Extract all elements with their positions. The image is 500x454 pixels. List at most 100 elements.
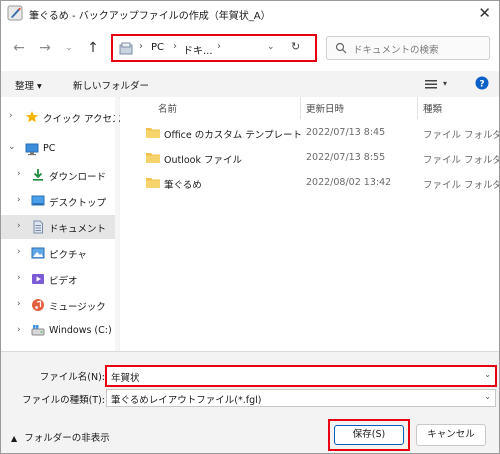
table-row[interactable]: Office のカスタム テンプレート 2022/07/13 8:45 ファイル… <box>120 121 499 145</box>
file-modified: 2022/08/02 13:42 <box>306 177 392 188</box>
pictures-icon <box>31 247 45 259</box>
new-folder-button[interactable]: 新しいフォルダー <box>73 78 149 92</box>
app-icon <box>7 5 23 21</box>
view-options-icon[interactable] <box>425 79 437 89</box>
sidebar-item-videos[interactable]: › ビデオ <box>1 267 115 291</box>
sidebar-item-label: ダウンロード <box>49 172 107 183</box>
file-modified: 2022/07/13 8:45 <box>306 127 386 138</box>
file-name: Outlook ファイル <box>164 155 243 166</box>
file-name: Office のカスタム テンプレート <box>164 130 302 141</box>
expand-chevron-icon[interactable]: › <box>17 221 21 231</box>
address-history-chevron-icon[interactable]: ⌄ <box>267 42 275 52</box>
organize-button[interactable]: 整理 ▾ <box>15 78 42 92</box>
window-title: 筆ぐるめ - バックアップファイルの作成（年賀状_A） <box>29 11 271 22</box>
refresh-icon[interactable]: ↻ <box>291 40 300 53</box>
breadcrumb-documents[interactable]: ドキ... <box>183 42 213 57</box>
column-header-type[interactable]: 種類 <box>423 101 442 115</box>
expand-chevron-icon[interactable]: › <box>17 299 21 309</box>
sidebar-item-desktop[interactable]: › デスクトップ <box>1 189 115 213</box>
save-button-highlight: 保存(S) <box>328 419 410 451</box>
file-type: ファイル フォルダー <box>423 130 499 141</box>
document-location-icon <box>119 42 133 55</box>
column-divider[interactable] <box>300 97 301 119</box>
sidebar-item-pictures[interactable]: › ピクチャ <box>1 241 115 265</box>
filename-label: ファイル名(N): <box>39 372 105 383</box>
title-bar: 筆ぐるめ - バックアップファイルの作成（年賀状_A） ✕ <box>1 1 499 27</box>
sidebar-item-downloads[interactable]: › ダウンロード <box>1 163 115 187</box>
save-button[interactable]: 保存(S) <box>334 425 404 445</box>
expand-chevron-icon[interactable]: › <box>17 325 21 335</box>
help-icon[interactable]: ? <box>475 76 489 90</box>
pc-icon <box>25 143 39 156</box>
filename-input[interactable]: 年賀状 ⌄ <box>105 365 497 387</box>
close-icon[interactable]: ✕ <box>478 4 491 22</box>
command-toolbar: 整理 ▾ 新しいフォルダー ▾ ? <box>1 71 499 98</box>
breadcrumb-separator-icon: › <box>173 41 177 52</box>
sidebar-item-label: ミュージック <box>49 302 106 313</box>
file-type: ファイル フォルダー <box>423 180 499 191</box>
document-icon <box>33 220 43 234</box>
view-options-chevron-icon[interactable]: ▾ <box>443 79 447 88</box>
filetype-select[interactable]: 筆ぐるめレイアウトファイル(*.fgl) ⌄ <box>106 389 496 407</box>
search-box[interactable]: ドキュメントの検索 <box>326 36 490 60</box>
search-icon <box>335 42 347 54</box>
column-divider[interactable] <box>417 97 418 119</box>
video-icon <box>32 274 44 284</box>
column-header-modified[interactable]: 更新日時 <box>306 101 344 115</box>
filetype-value: 筆ぐるめレイアウトファイル(*.fgl) <box>111 395 262 406</box>
expand-chevron-icon[interactable]: › <box>17 169 21 179</box>
sidebar-item-music[interactable]: › ミュージック <box>1 293 115 317</box>
star-icon <box>26 111 38 123</box>
sidebar-item-windows-drive[interactable]: › Windows (C:) <box>1 319 115 343</box>
desktop-icon <box>31 195 45 206</box>
navigation-pane: › クイック アクセス ⌄ PC › ダウンロード › デスクトップ › ドキュ… <box>1 97 122 351</box>
forward-arrow-icon[interactable]: → <box>37 39 53 57</box>
sidebar-item-label: ピクチャ <box>49 250 87 261</box>
save-form: ファイル名(N): 年賀状 ⌄ ファイルの種類(T): 筆ぐるめレイアウトファイ… <box>1 351 499 453</box>
sidebar-item-label: デスクトップ <box>49 198 107 209</box>
sidebar-item-documents[interactable]: › ドキュメント <box>1 215 115 239</box>
hide-folders-label: フォルダーの非表示 <box>24 433 110 444</box>
recent-locations-chevron-icon[interactable]: ⌄ <box>61 39 77 57</box>
chevron-up-icon: ▲ <box>11 434 18 443</box>
search-placeholder: ドキュメントの検索 <box>353 45 439 56</box>
sidebar-item-label: ドキュメント <box>49 224 107 235</box>
breadcrumb-separator-icon: › <box>139 41 143 52</box>
svg-text:?: ? <box>479 80 484 90</box>
sidebar-item-label: ビデオ <box>49 276 78 287</box>
cancel-button[interactable]: キャンセル <box>416 424 486 446</box>
table-row[interactable]: Outlook ファイル 2022/07/13 8:55 ファイル フォルダー <box>120 146 499 170</box>
collapse-chevron-icon[interactable]: ⌄ <box>8 142 16 152</box>
expand-chevron-icon[interactable]: › <box>17 247 21 257</box>
expand-chevron-icon[interactable]: › <box>9 111 13 121</box>
folder-icon <box>146 128 160 138</box>
breadcrumb-separator-icon: › <box>217 41 221 52</box>
filetype-label: ファイルの種類(T): <box>22 395 105 406</box>
drive-icon <box>31 325 45 336</box>
breadcrumb-pc[interactable]: PC <box>151 42 164 53</box>
filetype-chevron-icon[interactable]: ⌄ <box>484 392 491 401</box>
file-name: 筆ぐるめ <box>164 180 202 191</box>
file-list: 名前 更新日時 種類 Office のカスタム テンプレート 2022/07/1… <box>120 97 499 351</box>
sidebar-item-quick-access[interactable]: › クイック アクセス <box>1 105 122 129</box>
filename-history-chevron-icon[interactable]: ⌄ <box>484 370 491 379</box>
expand-chevron-icon[interactable]: › <box>17 273 21 283</box>
sidebar-item-label: クイック アクセス <box>43 114 122 125</box>
column-header-name[interactable]: 名前 <box>158 101 177 115</box>
table-row[interactable]: 筆ぐるめ 2022/08/02 13:42 ファイル フォルダー <box>120 171 499 195</box>
hide-folders-toggle[interactable]: ▲ フォルダーの非表示 <box>11 430 110 444</box>
download-icon <box>33 169 43 181</box>
folder-icon <box>146 178 160 188</box>
music-icon <box>32 299 44 311</box>
expand-chevron-icon[interactable]: › <box>17 195 21 205</box>
sidebar-item-label: Windows (C:) <box>49 325 112 336</box>
save-dialog: 筆ぐるめ - バックアップファイルの作成（年賀状_A） ✕ ← → ⌄ ↑ › … <box>0 0 500 454</box>
navigation-pane-scrollbar[interactable] <box>115 97 119 351</box>
filename-value: 年賀状 <box>111 373 140 384</box>
folder-icon <box>146 153 160 163</box>
navigation-bar: ← → ⌄ ↑ › PC › ドキ... › ⌄ ↻ ドキュメントの検索 <box>1 27 499 71</box>
sidebar-item-pc[interactable]: ⌄ PC <box>1 137 115 161</box>
back-arrow-icon[interactable]: ← <box>11 39 27 57</box>
up-arrow-icon[interactable]: ↑ <box>85 39 101 57</box>
address-bar[interactable]: › PC › ドキ... › ⌄ ↻ <box>111 34 317 62</box>
